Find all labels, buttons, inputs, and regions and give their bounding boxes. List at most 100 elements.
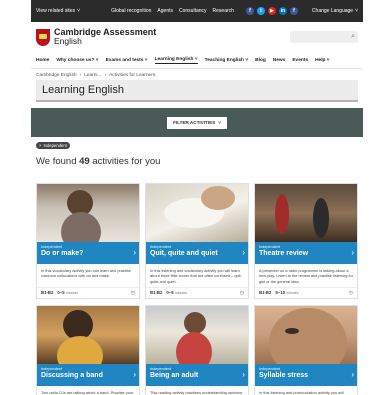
filter-activities-button[interactable]: FILTER ACTIVITIES ˅	[167, 116, 227, 129]
chevron-right-icon: ›	[351, 370, 354, 379]
language-selector[interactable]: Change Language ˅	[312, 8, 358, 14]
duration: 0–5 minutes	[57, 290, 78, 295]
linkedin-icon[interactable]: in	[278, 7, 287, 15]
twitter-icon[interactable]: t	[256, 7, 265, 15]
crest-icon	[36, 28, 50, 46]
duration-value: 0–5	[57, 290, 65, 295]
photo-shape	[269, 308, 347, 364]
search-icon[interactable]: ⌕	[351, 33, 355, 41]
activity-title-band[interactable]: Independent Do or make? ›	[37, 242, 139, 264]
top-links: Global recognition Agents Consultancy Re…	[111, 7, 358, 15]
chevron-right-icon: ›	[242, 370, 245, 379]
activity-image[interactable]	[146, 184, 248, 242]
page: View related sites ˅ Global recognition …	[31, 0, 363, 395]
activity-title-band[interactable]: Independent Theatre review ›	[255, 242, 357, 264]
duration-unit: minutes	[65, 291, 79, 295]
breadcrumb-current: Activities for Learners	[109, 73, 156, 78]
activity-card[interactable]: Independent Discussing a band › Two radio D…	[36, 305, 140, 395]
activity-level: Independent	[150, 245, 172, 249]
facebook-icon[interactable]: f	[289, 7, 298, 15]
filter-tag-independent[interactable]: × Independent	[36, 141, 70, 149]
duration-value: 5–10	[275, 290, 285, 295]
close-icon[interactable]: ×	[39, 143, 41, 148]
filter-bar: FILTER ACTIVITIES ˅	[31, 108, 363, 137]
activity-card[interactable]: Independent Do or make? › In this vocabular…	[36, 183, 140, 299]
activity-card[interactable]: Independent Syllable stress › In this liste…	[254, 305, 358, 395]
photo-shape	[57, 336, 103, 364]
clock-icon: ◷	[348, 289, 353, 296]
activity-card[interactable]: Independent Quit, quite and quiet › In this…	[145, 183, 249, 299]
photo-shape	[313, 198, 329, 238]
photo-shape	[61, 212, 101, 242]
activity-title: Quit, quite and quiet	[150, 250, 218, 257]
activity-image[interactable]	[37, 184, 139, 242]
youtube-icon[interactable]: ▶	[267, 7, 276, 15]
activity-title: Do or make?	[41, 250, 84, 257]
duration: 0–5 minutes	[166, 290, 187, 295]
activity-title-band[interactable]: Independent Quit, quite and quiet ›	[146, 242, 248, 264]
activity-grid: Independent Do or make? › In this vocabular…	[36, 183, 358, 395]
nav-item-blog[interactable]: Blog	[255, 58, 266, 63]
breadcrumb-home[interactable]: Cambridge English	[36, 73, 77, 80]
related-sites-menu[interactable]: View related sites ˅	[36, 8, 80, 14]
clock-icon: ◷	[239, 289, 244, 296]
nav-item-exams-and-tests[interactable]: Exams and tests ˅	[106, 58, 148, 63]
activity-level: Independent	[259, 367, 281, 371]
activity-card[interactable]: Independent Theatre review › A presenter on…	[254, 183, 358, 299]
results-suffix: activities for you	[92, 156, 161, 167]
main-nav: Home Why choose us? ˅ Exams and tests ˅ Lea…	[31, 52, 363, 69]
logo-line-2: English	[54, 36, 82, 47]
activity-card[interactable]: Independent Being an adult › This reading a…	[145, 305, 249, 395]
activity-image[interactable]	[146, 306, 248, 364]
activity-description: A presenter on a radio programme is talk…	[259, 268, 354, 284]
breadcrumb-separator: ›	[104, 73, 107, 78]
activity-level: Independent	[150, 367, 172, 371]
top-link-agents[interactable]: Agents	[157, 8, 173, 14]
nav-item-news[interactable]: News	[273, 58, 286, 63]
chevron-right-icon: ›	[242, 248, 245, 257]
clock-icon: ◷	[130, 289, 135, 296]
activity-title-band[interactable]: Independent Being an adult ›	[146, 364, 248, 386]
top-link-research[interactable]: Research	[213, 8, 234, 14]
activity-title-band[interactable]: Independent Syllable stress ›	[255, 364, 357, 386]
nav-item-events[interactable]: Events	[292, 58, 308, 63]
nav-item-teaching-english[interactable]: Teaching English ˅	[205, 58, 249, 63]
chevron-right-icon: ›	[133, 370, 136, 379]
duration: 5–10 minutes	[275, 290, 298, 295]
activity-description: In this listening and vocabulary activit…	[150, 268, 242, 284]
activity-level: Independent	[41, 367, 63, 371]
site-logo[interactable]: Cambridge Assessment English	[36, 28, 156, 46]
chevron-down-icon: ˅	[77, 8, 81, 14]
photo-shape	[201, 186, 235, 210]
activity-level: Independent	[259, 245, 281, 249]
facebook-icon[interactable]: f	[245, 7, 254, 15]
top-link-global-recognition[interactable]: Global recognition	[111, 8, 151, 14]
activity-meta: B1-B2 0–5 minutes ◷	[37, 287, 139, 298]
activity-meta: B1-B2 5–10 minutes ◷	[255, 287, 357, 298]
breadcrumb-learning[interactable]: Learni...	[84, 73, 101, 80]
activity-title-band[interactable]: Independent Discussing a band ›	[37, 364, 139, 386]
duration-unit: minutes	[174, 291, 188, 295]
results-count: We found 49 activities for you	[31, 150, 363, 173]
search-input[interactable]: ⌕	[290, 31, 358, 43]
photo-shape	[184, 312, 206, 334]
duration-value: 0–5	[166, 290, 174, 295]
nav-item-why-choose-us[interactable]: Why choose us? ˅	[56, 58, 98, 63]
photo-shape	[285, 328, 299, 334]
page-title-box: Learning English	[36, 80, 358, 102]
activity-description: In this vocabulary activity you can lear…	[41, 268, 131, 279]
filter-label: FILTER ACTIVITIES	[173, 120, 216, 125]
language-label: Change Language	[311, 8, 354, 14]
activity-image[interactable]	[255, 306, 357, 364]
activity-image[interactable]	[37, 306, 139, 364]
nav-item-home[interactable]: Home	[36, 58, 49, 63]
photo-shape	[176, 332, 212, 364]
activity-image[interactable]	[255, 184, 357, 242]
activity-meta: B1-B2 0–5 minutes ◷	[146, 287, 248, 298]
nav-item-help[interactable]: Help ˅	[315, 58, 330, 63]
page-title: Learning English	[42, 84, 124, 96]
activity-description: Two radio DJs are talking about a band. …	[41, 390, 134, 395]
nav-item-learning-english[interactable]: Learning English ˅	[154, 57, 198, 64]
top-link-consultancy[interactable]: Consultancy	[179, 8, 207, 14]
activity-title: Theatre review	[259, 250, 309, 257]
